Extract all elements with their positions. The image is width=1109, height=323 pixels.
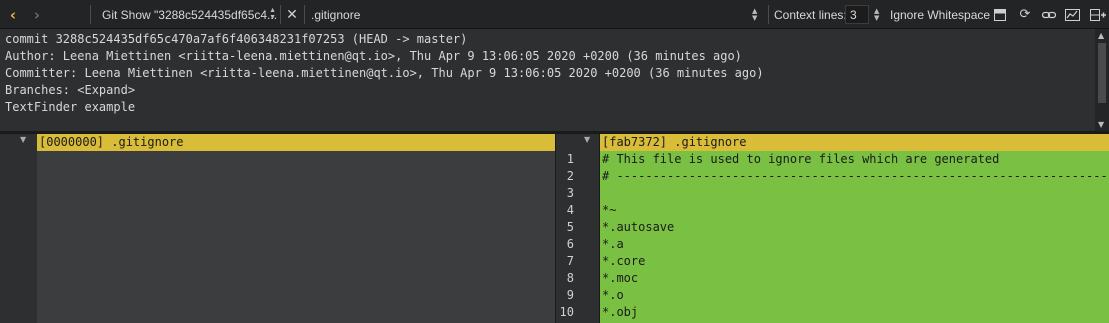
toolbar-separator: [304, 5, 305, 24]
line-number: 9: [566, 288, 574, 302]
reload-button[interactable]: ⟳: [1015, 0, 1035, 29]
code-line: # --------------------------------------…: [602, 169, 1109, 183]
updown-arrows-icon: ▲ ▼: [269, 7, 276, 21]
description-scrollbar[interactable]: ▲ ▼: [1095, 29, 1109, 131]
right-file-header: [fab7372] .gitignore: [600, 134, 1109, 151]
line-number: 10: [559, 305, 574, 319]
line-number: 1: [566, 152, 574, 166]
spinner-arrows-icon: ▲ ▼: [874, 6, 880, 22]
code-line: *.moc: [602, 271, 639, 285]
reload-icon: ⟳: [1019, 7, 1031, 22]
committer-line: Committer: Leena Miettinen <riitta-leena…: [5, 66, 764, 80]
line-number: 8: [566, 271, 574, 285]
fold-arrow-icon[interactable]: ▼: [20, 135, 26, 144]
diff-chart-icon: [1064, 8, 1080, 21]
commit-description: commit 3288c524435df65c470a7af6f40634823…: [0, 29, 1109, 131]
code-line: # This file is used to ignore files whic…: [602, 152, 1000, 166]
context-lines-spinner[interactable]: ▲ ▼: [874, 0, 884, 29]
file-name-label: .gitignore: [311, 7, 361, 22]
back-button[interactable]: ‹: [4, 0, 22, 29]
split-add-icon: [1090, 8, 1106, 21]
toolbar-separator: [90, 5, 91, 24]
scroll-down-icon[interactable]: ▼: [1098, 120, 1104, 129]
unified-diff-button[interactable]: [1062, 0, 1082, 29]
document-title: Git Show "3288c524435df65c4...: [102, 7, 278, 22]
symbol-combo[interactable]: ▲ ▼: [752, 0, 764, 29]
sync-scroll-button[interactable]: [1039, 0, 1059, 29]
line-number: 4: [566, 203, 574, 217]
chevron-right-icon: ›: [33, 5, 41, 24]
diff-toolbar: ‹ › Git Show "3288c524435df65c4... ▲ ▼ ✕ …: [0, 0, 1109, 29]
ignore-whitespace-toggle[interactable]: Ignore Whitespace: [890, 0, 990, 29]
line-number: 6: [566, 237, 574, 251]
forward-button[interactable]: ›: [28, 0, 46, 29]
split-button[interactable]: [1088, 0, 1108, 29]
context-lines-input[interactable]: 3: [845, 5, 869, 24]
scrollbar-thumb[interactable]: [1098, 43, 1106, 103]
line-number: 7: [566, 254, 574, 268]
line-number: 5: [566, 220, 574, 234]
right-editor[interactable]: [fab7372] .gitignore # This file is used…: [600, 134, 1109, 323]
close-document-button[interactable]: ✕: [284, 0, 300, 29]
link-icon: [1042, 11, 1056, 18]
left-editor[interactable]: [0000000] .gitignore: [37, 134, 555, 323]
chevron-left-icon: ‹: [9, 5, 17, 24]
side-by-side-icon: [994, 8, 1006, 21]
line-number: 3: [566, 186, 574, 200]
diff-mode-button[interactable]: [990, 0, 1010, 29]
left-file-header: [0000000] .gitignore: [37, 134, 555, 151]
commit-message: TextFinder example: [5, 100, 136, 114]
fold-arrow-icon[interactable]: ▼: [584, 135, 590, 144]
code-line: *~: [602, 203, 617, 217]
toolbar-separator: [768, 5, 769, 24]
author-line: Author: Leena Miettinen <riitta-leena.mi…: [5, 49, 742, 63]
toolbar-separator: [280, 5, 281, 24]
code-line: *.core: [602, 254, 646, 268]
context-lines-label: Context lines:: [774, 7, 847, 22]
commit-line: commit 3288c524435df65c470a7af6f40634823…: [5, 32, 468, 46]
branches-line[interactable]: Branches: <Expand>: [5, 82, 1109, 99]
code-line: *.autosave: [602, 220, 675, 234]
updown-arrows-icon: ▲ ▼: [752, 6, 758, 22]
code-line: *.a: [602, 237, 624, 251]
line-number: 2: [566, 169, 574, 183]
right-gutter: ▼ 1 2 3 4 5 6 7 8 9 10: [556, 134, 599, 323]
code-line: *.o: [602, 288, 624, 302]
left-gutter: ▼: [0, 134, 37, 323]
code-line: *.obj: [602, 305, 639, 319]
open-documents-combo[interactable]: Git Show "3288c524435df65c4... ▲ ▼: [98, 0, 278, 29]
scroll-up-icon[interactable]: ▲: [1098, 31, 1104, 40]
close-icon: ✕: [286, 6, 298, 23]
